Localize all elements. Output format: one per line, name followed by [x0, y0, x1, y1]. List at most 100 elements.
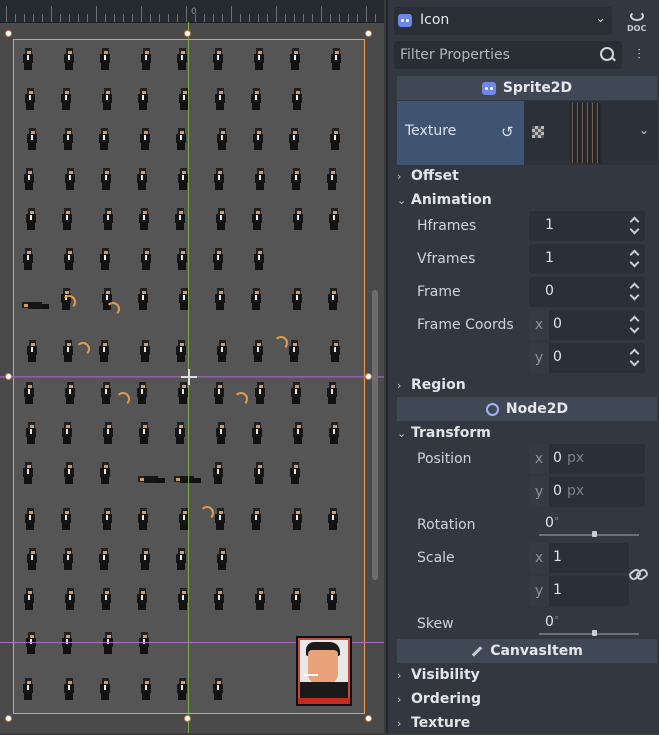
spinner-arrows-icon[interactable]	[630, 248, 639, 268]
sprite-frame	[23, 632, 39, 654]
rotation-slider-knob[interactable]	[592, 531, 597, 537]
axis-y-label: y	[529, 576, 549, 606]
ruler-tick	[303, 14, 304, 22]
sprite-frame	[97, 48, 113, 70]
spinner-arrows-icon[interactable]	[630, 281, 639, 301]
section-title-sprite2d: Sprite2D	[502, 80, 573, 96]
ruler-tick	[375, 14, 376, 22]
sprite-frame	[251, 48, 267, 70]
sprite-frame	[289, 288, 305, 310]
filter-properties-input[interactable]	[394, 41, 600, 69]
viewport-vertical-scrollbar[interactable]	[372, 290, 378, 580]
hframes-value: 1	[545, 217, 554, 233]
sprite-frame	[58, 508, 74, 530]
texture-resource-picker[interactable]: ⌄	[524, 101, 657, 165]
sprite-frame	[211, 588, 227, 610]
skew-slider[interactable]: 0°	[529, 609, 645, 639]
chevron-right-icon: ›	[397, 717, 402, 730]
sprite-frame	[138, 462, 165, 484]
resize-handle-top-left[interactable]	[5, 30, 12, 37]
skew-slider-knob[interactable]	[592, 630, 597, 636]
group-region[interactable]: › Region	[397, 374, 466, 396]
group-offset-label: Offset	[411, 168, 459, 184]
property-tools-button[interactable]: ⫶	[628, 43, 650, 67]
texture-thumbnail[interactable]	[570, 103, 602, 163]
sprite-frame	[210, 248, 226, 270]
frame-coords-x-value: 0	[553, 316, 562, 332]
group-animation-label: Animation	[411, 192, 492, 208]
spinner-arrows-icon[interactable]	[630, 314, 639, 334]
frame-coords-label: Frame Coords	[417, 317, 514, 333]
rotation-slider-track[interactable]	[539, 534, 639, 536]
rotation-slider[interactable]: 0°	[529, 510, 645, 540]
sprite-frame	[326, 422, 342, 444]
sprite-frame	[176, 88, 192, 110]
rotation-value: 0	[545, 515, 554, 531]
texture-property[interactable]: Texture ↺ ⌄	[397, 101, 657, 165]
sprite-frame	[98, 382, 114, 404]
ruler-tick	[132, 14, 133, 22]
group-animation[interactable]: ⌄ Animation	[397, 189, 492, 211]
resize-handle-top-right[interactable]	[365, 30, 372, 37]
resize-handle-right[interactable]	[365, 373, 372, 380]
position-y-field[interactable]: y 0 px	[529, 477, 645, 507]
sprite-frame	[212, 508, 228, 530]
sprite-frame	[287, 462, 303, 484]
group-offset[interactable]: › Offset	[397, 165, 459, 187]
scale-y-value: 1	[553, 582, 562, 598]
sprite-frame	[60, 548, 76, 570]
sprite-frame	[23, 208, 39, 230]
section-title-node2d: Node2D	[505, 401, 569, 417]
group-ordering[interactable]: › Ordering	[397, 688, 481, 710]
open-documentation-button[interactable]: DOC	[625, 7, 655, 35]
spinner-arrows-icon[interactable]	[630, 215, 639, 235]
scale-y-field[interactable]: y 1	[529, 576, 629, 606]
group-transform[interactable]: ⌄ Transform	[397, 422, 491, 444]
chevron-down-icon[interactable]: ⌄	[639, 123, 649, 137]
chevron-right-icon: ›	[397, 170, 402, 183]
sprite-frame	[135, 88, 151, 110]
group-texture[interactable]: › Texture	[397, 712, 470, 734]
hframes-spinbox[interactable]: 1	[529, 211, 645, 241]
sprite-frame	[325, 288, 341, 310]
reset-icon[interactable]: ↺	[501, 123, 514, 141]
sprite-frame	[24, 548, 40, 570]
effect-sprite	[116, 392, 130, 406]
sprite-frame	[286, 340, 302, 362]
ruler-tick	[366, 6, 367, 22]
ruler-tick	[276, 6, 277, 22]
resize-handle-left[interactable]	[5, 373, 12, 380]
position-y-unit: px	[567, 483, 585, 499]
group-visibility[interactable]: › Visibility	[397, 664, 480, 686]
frame-spinbox[interactable]: 0	[529, 277, 645, 307]
effect-sprite	[234, 392, 248, 406]
resize-handle-bottom-right[interactable]	[365, 715, 372, 722]
canvas-viewport[interactable]: 0	[0, 0, 384, 733]
axis-x-label: x	[529, 444, 549, 474]
sprite-frame	[135, 508, 151, 530]
filter-properties-field[interactable]	[394, 41, 622, 69]
resize-handle-bottom[interactable]	[184, 715, 191, 722]
skew-slider-track[interactable]	[539, 633, 639, 635]
sprite-frame	[62, 168, 78, 190]
sprite-frame	[134, 588, 150, 610]
sprite-frame	[172, 422, 188, 444]
origin-pivot-icon[interactable]	[181, 369, 197, 385]
sprite-frame	[287, 48, 303, 70]
sprite-frame	[252, 588, 268, 610]
frame-coords-y-spinbox[interactable]: y 0	[529, 343, 645, 373]
scale-x-field[interactable]: x 1	[529, 543, 629, 573]
node-selector-dropdown[interactable]: Icon ⌄	[394, 7, 612, 35]
resize-handle-bottom-left[interactable]	[5, 715, 12, 722]
position-x-field[interactable]: x 0 px	[529, 444, 645, 474]
frame-coords-x-spinbox[interactable]: x 0	[529, 310, 645, 340]
link-icon[interactable]	[631, 568, 645, 578]
sprite-frame	[21, 168, 37, 190]
spinner-arrows-icon[interactable]	[630, 347, 639, 367]
sprite-frame	[100, 632, 116, 654]
vframes-spinbox[interactable]: 1	[529, 244, 645, 274]
ruler-tick	[15, 14, 16, 22]
ruler-tick	[330, 14, 331, 22]
resize-handle-top[interactable]	[184, 30, 191, 37]
rotation-label: Rotation	[417, 517, 476, 533]
